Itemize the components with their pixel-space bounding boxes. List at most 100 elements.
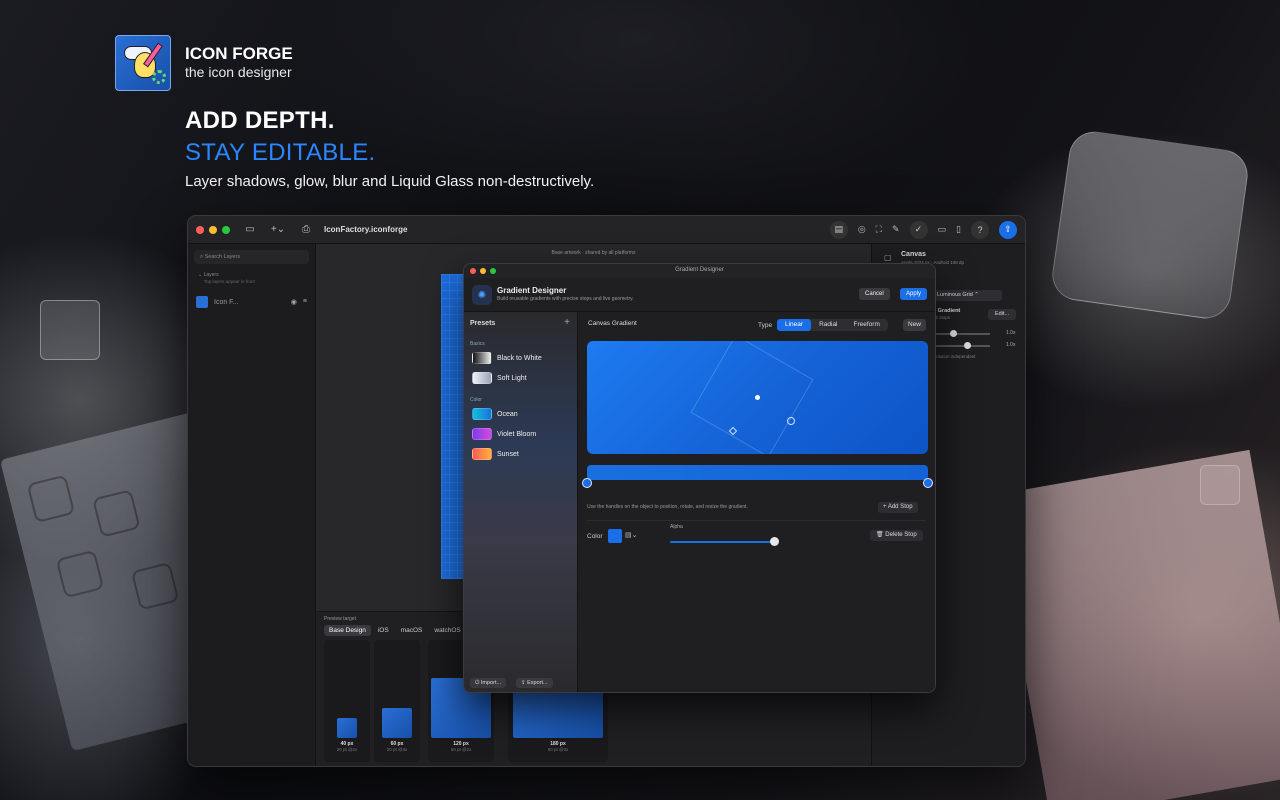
preset-ocean[interactable]: Ocean [472,408,518,420]
edit-gradient-button[interactable]: Edit... [988,309,1016,320]
preset-swatch [472,448,492,460]
gradient-hint: Use the handles on the object to positio… [587,504,748,510]
menu-icon[interactable]: ≡ [303,298,307,306]
grid-select[interactable]: Luminous Grid ⌃ [932,290,1002,301]
export-button[interactable]: ⇪ Export... [516,678,553,688]
grid-select-value: Luminous Grid [937,292,973,298]
slider-1-value: 1.0x [1006,330,1016,336]
alpha-slider[interactable] [670,541,776,543]
headline-primary: ADD DEPTH. [185,107,335,134]
glass-cube [40,300,100,360]
brand: ICON FORGE the icon designer [115,35,293,91]
layers-hint: Top layers appear in front [204,279,255,284]
fullscreen-icon[interactable]: ⛶ [876,224,882,235]
preset-violet-bloom[interactable]: Violet Bloom [472,428,536,440]
tab-macos[interactable]: macOS [396,625,428,636]
layers-header[interactable]: ⌄ Layers [198,272,305,278]
sketch-mark [55,549,105,599]
sidebar-toggle-icon[interactable]: ▭ [242,224,258,235]
dialog-minimize-button[interactable] [480,268,486,274]
tab-ios[interactable]: iOS [373,625,394,636]
tab-watchos[interactable]: watchOS [429,625,465,636]
stop-color-swatch[interactable] [608,529,622,543]
slider-knob[interactable] [964,342,971,349]
minimize-button[interactable] [209,225,217,234]
gradient-ramp[interactable] [587,465,928,480]
preset-label: Black to White [497,354,542,362]
type-freeform[interactable]: Freeform [846,319,888,331]
search-layers-input[interactable]: ⌕ Search Layers [194,250,309,264]
type-radial[interactable]: Radial [811,319,845,331]
window-titlebar: ▭ +⌄ ⎙ IconFactory.iconforge ▤ ◎ ⛶ ✎ ✓ ▭… [188,216,1025,244]
preset-sunset[interactable]: Sunset [472,448,519,460]
preview-sub: 20 pt @3x [386,747,408,752]
preview-label: Preview target [324,616,356,622]
preview-tabs: Base Design iOS macOS watchOS [324,625,466,636]
gradient-bounds-guide [690,341,814,454]
dialog-subtitle: Build reusable gradients with precise st… [497,296,634,302]
close-button[interactable] [196,225,204,234]
slider-2-value: 1.0x [1006,342,1016,348]
dialog-close-button[interactable] [470,268,476,274]
type-linear[interactable]: Linear [777,319,812,331]
preset-section-label: Color [470,397,482,403]
preview-card[interactable]: 60 px 20 pt @3x [374,640,420,762]
inspector-slider-2[interactable] [930,342,990,349]
preset-soft-light[interactable]: Soft Light [472,372,527,384]
gradient-stop-end[interactable] [923,478,933,488]
gradient-center-handle[interactable] [755,395,760,400]
search-placeholder: Search Layers [204,254,241,260]
eye-icon[interactable]: ◉ [291,298,297,306]
import-button[interactable]: ⏻ Import... [470,678,507,688]
tab-base-design[interactable]: Base Design [324,625,371,636]
layer-row[interactable]: Icon F... ◉ ≡ [196,294,307,310]
presets-header: Presets [470,320,496,327]
preview-sub: 60 pt @3x [547,747,569,752]
app-icon [115,35,171,91]
export-share-icon[interactable]: ⇪ [999,220,1017,239]
apply-button[interactable]: Apply [900,288,928,300]
alpha-slider-knob[interactable] [770,537,779,546]
preset-label: Violet Bloom [497,430,537,438]
gradient-tool-icon[interactable]: ▤ [829,220,848,239]
add-stop-button[interactable]: + Add Stop [878,502,918,513]
inspector-slider-1[interactable] [930,330,990,337]
new-gradient-button[interactable]: New [903,319,927,331]
add-preset-button[interactable]: + [564,317,570,328]
preset-label: Sunset [497,450,519,458]
share-doc-icon[interactable]: ⎙ [298,224,314,235]
check-icon[interactable]: ✓ [909,220,928,239]
brand-subtitle: the icon designer [185,64,292,80]
toolbar-right: ▤ ◎ ⛶ ✎ ✓ ▭ ▯ ? ⇪ [829,220,1017,239]
import-label: Import... [480,680,502,686]
dialog-title: Gradient Designer [497,286,567,295]
preview-card[interactable]: 40 px 20 pt @2x [324,640,370,762]
export-label: Export... [527,680,548,686]
pencil-tool-icon[interactable]: ✎ [892,224,900,235]
dialog-zoom-button[interactable] [490,268,496,274]
color-picker-menu-icon[interactable]: ▤⌄ [625,531,637,539]
preset-label: Soft Light [497,374,527,382]
add-menu-icon[interactable]: +⌄ [270,224,286,235]
glass-slab [1049,128,1251,322]
gradient-preview[interactable] [587,341,928,454]
preset-swatch [472,352,492,364]
cancel-button[interactable]: Cancel [859,288,890,300]
bottom-panel-icon[interactable]: ▭ [938,224,947,235]
divider [587,520,926,521]
help-icon[interactable]: ? [971,220,989,239]
preset-label: Ocean [497,410,518,418]
gradient-stop-start[interactable] [582,478,592,488]
layer-name: Icon F... [214,298,239,306]
preview-sub: 60 pt @2x [450,747,472,752]
delete-stop-button[interactable]: 🗑 Delete Stop [870,530,923,541]
gradient-rotate-handle[interactable] [787,417,795,425]
color-label: Color [587,533,603,540]
gradient-name-field[interactable]: Canvas Gradient [588,320,748,327]
inspector-toggle-icon[interactable]: ▯ [956,224,961,235]
sketch-mark [130,561,180,611]
preset-black-to-white[interactable]: Black to White [472,352,542,364]
zoom-button[interactable] [222,225,230,234]
target-icon[interactable]: ◎ [858,224,866,235]
slider-knob[interactable] [950,330,957,337]
